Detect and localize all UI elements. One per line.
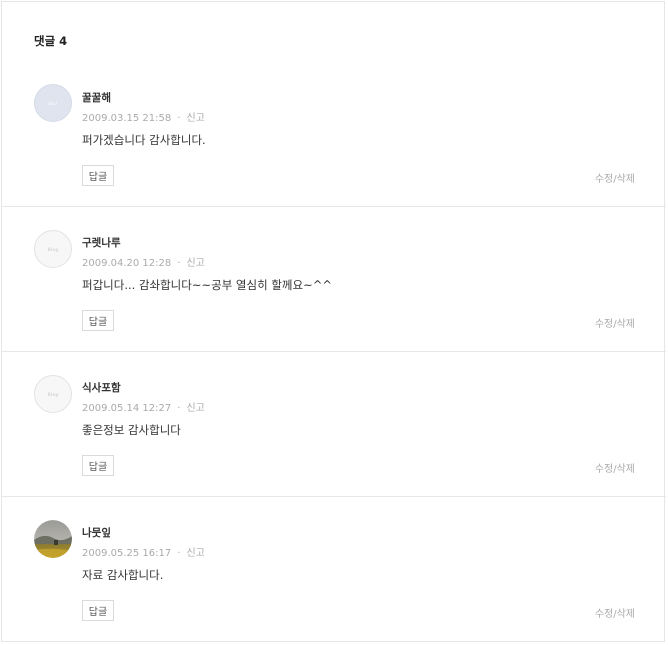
edit-delete-link[interactable]: 수정/삭제 xyxy=(595,315,635,330)
report-link[interactable]: 신고 xyxy=(186,403,204,414)
reply-button[interactable]: 답글 xyxy=(82,165,114,186)
comment-meta: 2009.03.15 21:58 · 신고 xyxy=(82,109,205,124)
comment-date: 2009.05.25 16:17 xyxy=(82,548,172,559)
report-link[interactable]: 신고 xyxy=(186,258,204,269)
landscape-photo-icon xyxy=(34,520,72,558)
edit-delete-link[interactable]: 수정/삭제 xyxy=(595,605,635,620)
comment-date: 2009.03.15 21:58 xyxy=(82,113,172,124)
avatar-mark: kkul xyxy=(48,100,58,106)
comments-heading: 댓글 4 xyxy=(34,34,68,48)
comment-meta: 2009.05.25 16:17 · 신고 xyxy=(82,544,205,559)
comment-text: 좋은정보 감사합니다 xyxy=(82,423,181,437)
comment-date: 2009.04.20 12:28 xyxy=(82,258,172,269)
separator-dot: · xyxy=(177,258,181,269)
comment-author[interactable]: 구렛나루 xyxy=(82,235,121,250)
blog-icon: Blog xyxy=(47,391,59,397)
report-link[interactable]: 신고 xyxy=(186,113,204,124)
report-link[interactable]: 신고 xyxy=(186,548,204,559)
separator-dot: · xyxy=(177,113,181,124)
separator-dot: · xyxy=(177,548,181,559)
comment-meta: 2009.05.14 12:27 · 신고 xyxy=(82,399,205,414)
comment-author[interactable]: 꿀꿀해 xyxy=(82,90,111,105)
comment-author[interactable]: 식사포함 xyxy=(82,380,121,395)
reply-button[interactable]: 답글 xyxy=(82,600,114,621)
reply-button[interactable]: 답글 xyxy=(82,310,114,331)
comment-item: 나뭇잎 2009.05.25 16:17 · 신고 자료 감사합니다. 답글 수정/… xyxy=(2,496,666,641)
comment-text: 퍼가겠습니다 감사합니다. xyxy=(82,133,206,147)
reply-button[interactable]: 답글 xyxy=(82,455,114,476)
edit-delete-link[interactable]: 수정/삭제 xyxy=(595,460,635,475)
separator-dot: · xyxy=(177,403,181,414)
comment-text: 자료 감사합니다. xyxy=(82,568,164,582)
comment-date: 2009.05.14 12:27 xyxy=(82,403,172,414)
comments-panel: 댓글 4 kkul 꿀꿀해 2009.03.15 21:58 · 신고 퍼가겠습니다… xyxy=(1,1,666,642)
comment-meta: 2009.04.20 12:28 · 신고 xyxy=(82,254,205,269)
comment-item: Blog 식사포함 2009.05.14 12:27 · 신고 좋은정보 감사합니다… xyxy=(2,351,666,496)
comment-item: Blog 구렛나루 2009.04.20 12:28 · 신고 퍼갑니다... 감솨… xyxy=(2,206,666,351)
comment-item: kkul 꿀꿀해 2009.03.15 21:58 · 신고 퍼가겠습니다 감사합니… xyxy=(2,62,666,207)
edit-delete-link[interactable]: 수정/삭제 xyxy=(595,170,635,185)
blog-icon: Blog xyxy=(47,246,59,252)
comment-text: 퍼갑니다... 감솨합니다~~공부 열심히 할께요~^^ xyxy=(82,278,332,292)
avatar[interactable]: Blog xyxy=(34,375,72,413)
avatar[interactable] xyxy=(34,520,72,558)
avatar[interactable]: Blog xyxy=(34,230,72,268)
comment-author[interactable]: 나뭇잎 xyxy=(82,525,111,540)
avatar[interactable]: kkul xyxy=(34,84,72,122)
